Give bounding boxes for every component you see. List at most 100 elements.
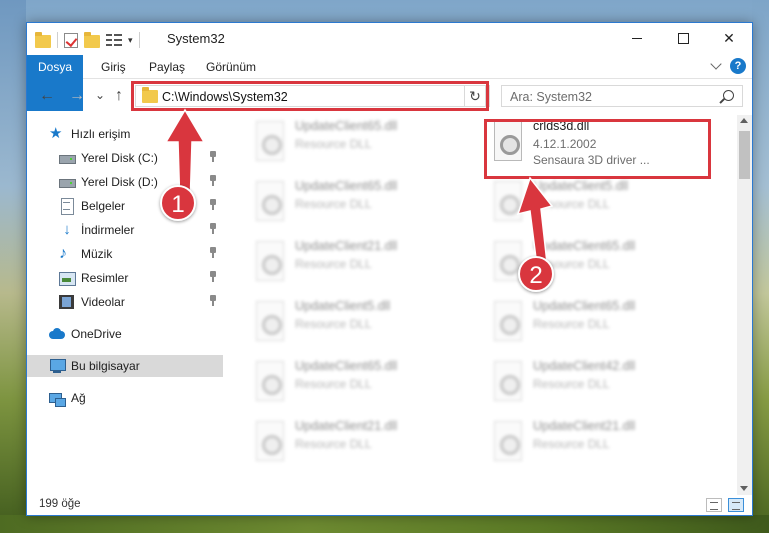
dll-file-icon <box>253 421 285 461</box>
file-name: UpdateClient65.dll <box>533 299 636 313</box>
customize-icon[interactable] <box>106 33 122 47</box>
music-icon: ♪ <box>59 245 67 262</box>
sidebar-item-label: Bu bilgisayar <box>71 359 140 373</box>
sidebar-item-pictures[interactable]: Resimler <box>27 267 223 289</box>
pictures-icon <box>59 270 76 286</box>
desktop-wallpaper-left <box>0 0 26 533</box>
list-item[interactable]: UpdateClient65.dll Resource DLL <box>247 175 467 231</box>
ribbon-right-controls: ? <box>710 58 746 74</box>
list-item[interactable]: UpdateClient5.dll Resource DLL <box>247 295 467 351</box>
window-title: System32 <box>167 31 225 46</box>
annotation-badge-2: 2 <box>518 256 554 292</box>
search-icon[interactable] <box>723 90 734 101</box>
videos-icon <box>59 294 75 310</box>
network-icon <box>49 390 66 407</box>
help-icon[interactable]: ? <box>730 58 746 74</box>
properties-check-icon[interactable] <box>64 32 78 48</box>
desktop-wallpaper-right <box>752 0 769 533</box>
sidebar-item-this-pc[interactable]: Bu bilgisayar <box>27 355 223 377</box>
file-name: UpdateClient65.dll <box>295 119 398 133</box>
download-icon: ↓ <box>63 221 71 238</box>
quick-access-toolbar: ▾ <box>35 31 140 49</box>
tab-home[interactable]: Giriş <box>89 55 138 79</box>
details-view-button[interactable] <box>706 498 722 512</box>
dll-file-icon <box>491 421 523 461</box>
item-count: 199 öğe <box>39 498 81 510</box>
dll-file-icon <box>253 361 285 401</box>
file-name: UpdateClient21.dll <box>295 419 398 433</box>
file-name: UpdateClient65.dll <box>295 179 398 193</box>
search-input[interactable]: Ara: System32 <box>510 90 592 104</box>
sidebar-item-network[interactable]: Ağ <box>27 387 223 409</box>
list-item[interactable]: UpdateClient21.dll Resource DLL <box>247 235 467 291</box>
maximize-button[interactable] <box>660 23 706 53</box>
sidebar-item-music[interactable]: ♪ Müzik <box>27 243 223 265</box>
star-icon: ★ <box>49 125 63 142</box>
scroll-thumb[interactable] <box>739 131 750 179</box>
close-button[interactable]: ✕ <box>706 23 752 53</box>
status-bar: 199 öğe <box>27 495 752 515</box>
recent-locations-button[interactable]: ⌄ <box>95 88 105 102</box>
file-name: UpdateClient42.dll <box>533 359 636 373</box>
sidebar-item-label: Yerel Disk (C:) <box>81 151 158 165</box>
list-item[interactable]: UpdateClient65.dll Resource DLL <box>247 355 467 411</box>
file-description: Resource DLL <box>295 137 372 151</box>
file-description: Resource DLL <box>533 377 610 391</box>
sidebar-item-label: İndirmeler <box>81 223 135 237</box>
tiles-view-button[interactable] <box>728 498 744 512</box>
sidebar-item-label: Belgeler <box>81 199 126 213</box>
title-bar: ▾ System32 ✕ <box>27 23 752 55</box>
sidebar-item-label: Müzik <box>81 247 113 261</box>
scroll-down-icon[interactable] <box>740 486 748 491</box>
pin-icon <box>209 175 217 187</box>
list-item[interactable]: UpdateClient21.dll Resource DLL <box>247 415 467 471</box>
sidebar-item-label: OneDrive <box>71 327 122 341</box>
pin-icon <box>209 295 217 307</box>
sidebar-item-label: Resimler <box>81 271 129 285</box>
expand-ribbon-icon[interactable] <box>710 58 722 70</box>
folder-icon <box>35 31 51 48</box>
list-item[interactable]: UpdateClient21.dll Resource DLL <box>485 415 705 471</box>
file-description: Resource DLL <box>295 197 372 211</box>
file-description: Resource DLL <box>533 317 610 331</box>
file-description: Resource DLL <box>295 257 372 271</box>
sidebar-item-label: Hızlı erişim <box>71 127 131 141</box>
pin-icon <box>209 151 217 163</box>
search-box[interactable]: Ara: System32 <box>501 85 743 107</box>
minimize-button[interactable] <box>614 23 660 53</box>
sidebar-item-downloads[interactable]: ↓ İndirmeler <box>27 219 223 241</box>
pin-icon <box>209 271 217 283</box>
file-description: Resource DLL <box>295 377 372 391</box>
view-buttons <box>706 498 744 512</box>
pin-icon <box>209 199 217 211</box>
sidebar-item-label: Yerel Disk (D:) <box>81 175 158 189</box>
document-icon <box>59 198 75 215</box>
desktop-wallpaper-bottom <box>0 515 769 533</box>
file-highlight <box>484 119 711 179</box>
tab-view[interactable]: Görünüm <box>194 55 268 79</box>
back-button[interactable]: ← <box>39 87 55 105</box>
dll-file-icon <box>253 181 285 221</box>
qat-dropdown-icon[interactable]: ▾ <box>128 35 133 46</box>
disk-icon <box>59 150 76 166</box>
up-button[interactable]: ↑ <box>115 87 123 105</box>
file-description: Resource DLL <box>533 437 610 451</box>
dll-file-icon <box>253 241 285 281</box>
dll-file-icon <box>491 361 523 401</box>
file-name: UpdateClient65.dll <box>295 359 398 373</box>
new-folder-icon[interactable] <box>84 31 100 48</box>
list-item[interactable]: UpdateClient65.dll Resource DLL <box>485 295 705 351</box>
toolbar-separator <box>57 32 58 48</box>
list-item[interactable]: UpdateClient42.dll Resource DLL <box>485 355 705 411</box>
vertical-scrollbar[interactable] <box>737 115 752 495</box>
cloud-icon <box>49 326 65 342</box>
sidebar-item-onedrive[interactable]: OneDrive <box>27 323 223 345</box>
list-item[interactable]: UpdateClient65.dll Resource DLL <box>247 115 467 171</box>
address-bar-highlight <box>131 81 489 111</box>
file-name: UpdateClient21.dll <box>295 239 398 253</box>
tab-share[interactable]: Paylaş <box>137 55 197 79</box>
scroll-up-icon[interactable] <box>740 118 748 123</box>
sidebar-item-videos[interactable]: Videolar <box>27 291 223 313</box>
file-name: UpdateClient5.dll <box>295 299 391 313</box>
forward-button[interactable]: → <box>69 87 85 105</box>
